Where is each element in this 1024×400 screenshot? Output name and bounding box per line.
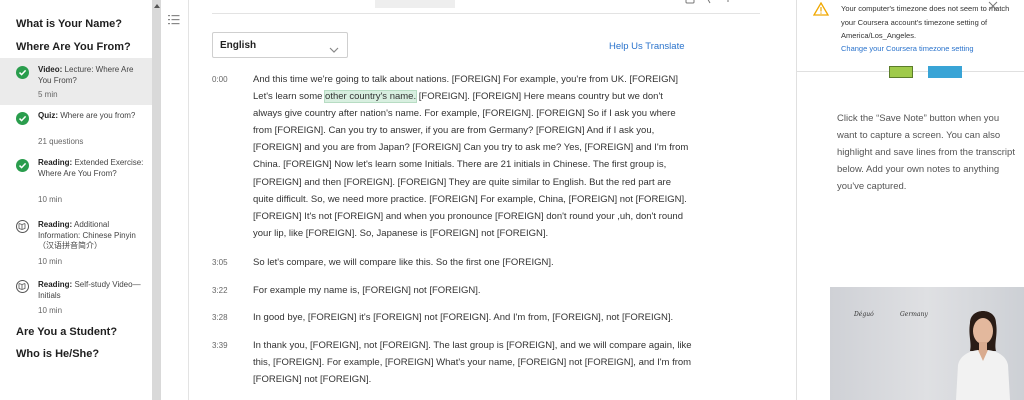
transcript-text[interactable]: For example my name is, [FOREIGN] not [F… <box>253 282 693 299</box>
video-toolbar-tab <box>375 0 455 8</box>
chevron-down-icon <box>329 41 339 59</box>
section-what-is-your-name[interactable]: What is Your Name? <box>16 18 122 30</box>
sidebar-item-duration: 10 min <box>38 306 63 315</box>
sidebar-item-label: Reading: Extended Exercise: Where Are Yo… <box>38 158 144 178</box>
transcript-panel: English Help Us Translate 0:00 And this … <box>190 0 796 400</box>
timestamp[interactable]: 3:05 <box>212 258 228 267</box>
transcript-text[interactable]: And this time we're going to talk about … <box>253 71 693 242</box>
divider <box>212 13 760 14</box>
reading-icon <box>16 220 29 233</box>
transcript-text[interactable]: In thank you, [FOREIGN], not [FOREIGN]. … <box>253 337 693 388</box>
check-icon <box>16 112 29 125</box>
sidebar-item-reading-pinyin[interactable]: Reading: Additional Information: Chinese… <box>0 217 152 271</box>
sidebar-item-reading-initials[interactable]: Reading: Self-study Video—Initials 10 mi… <box>0 277 152 317</box>
toolbar-icons[interactable] <box>684 0 744 6</box>
timestamp[interactable]: 3:28 <box>212 313 228 322</box>
save-note-instructions: Click the “Save Note” button when you wa… <box>837 113 1015 192</box>
sidebar-item-label: Quiz: Where are you from? <box>38 111 136 120</box>
help-translate-link[interactable]: Help Us Translate <box>609 41 685 52</box>
video-caption-english: Germany <box>900 311 928 318</box>
language-select[interactable]: English <box>212 32 348 58</box>
note-thumbnail[interactable] <box>928 66 962 78</box>
toc-column <box>161 0 189 400</box>
notes-panel: Your computer's timezone does not seem t… <box>796 0 1024 400</box>
video-player[interactable]: Déguó Germany <box>830 287 1024 400</box>
transcript-text[interactable]: In good bye, [FOREIGN] it's [FOREIGN] no… <box>253 309 693 326</box>
timestamp[interactable]: 3:39 <box>212 341 228 350</box>
check-icon <box>16 159 29 172</box>
check-icon <box>16 66 29 79</box>
sidebar-item-quiz[interactable]: Quiz: Where are you from? 21 questions <box>0 108 152 152</box>
reading-icon <box>16 280 29 293</box>
course-sidebar: What is Your Name? Where Are You From? V… <box>0 0 152 400</box>
video-caption-pinyin: Déguó <box>854 311 874 318</box>
sidebar-item-duration: 10 min <box>38 257 63 266</box>
section-are-you-a-student[interactable]: Are You a Student? <box>16 326 117 338</box>
section-who-is-he-she[interactable]: Who is He/She? <box>16 348 99 360</box>
sidebar-scrollbar[interactable] <box>152 0 161 400</box>
warning-icon <box>812 1 830 21</box>
sidebar-item-reading-extended[interactable]: Reading: Extended Exercise: Where Are Yo… <box>0 155 152 213</box>
sidebar-item-label: Reading: Self-study Video—Initials <box>38 280 141 300</box>
toc-icon[interactable] <box>168 13 180 31</box>
sidebar-item-lecture[interactable]: Video: Lecture: Where Are You From? 5 mi… <box>0 58 152 105</box>
sidebar-item-duration: 21 questions <box>38 137 84 146</box>
note-thumbnail[interactable] <box>889 66 913 78</box>
close-icon[interactable] <box>988 0 998 16</box>
timezone-warning-banner: Your computer's timezone does not seem t… <box>797 0 1024 72</box>
sidebar-item-label: Video: Lecture: Where Are You From? <box>38 65 134 85</box>
sidebar-item-duration: 10 min <box>38 195 63 204</box>
highlighted-phrase[interactable]: other country's name. <box>324 90 418 104</box>
sidebar-item-duration: 5 min <box>38 90 58 99</box>
sidebar-item-label: Reading: Additional Information: Chinese… <box>38 220 136 250</box>
scroll-up-icon[interactable] <box>154 4 160 8</box>
timestamp[interactable]: 3:22 <box>212 286 228 295</box>
language-value: English <box>220 40 257 51</box>
transcript-text[interactable]: So let's compare, we will compare like t… <box>253 254 693 271</box>
presenter-figure <box>956 311 1010 400</box>
timestamp[interactable]: 0:00 <box>212 75 228 84</box>
change-timezone-link[interactable]: Change your Coursera timezone setting <box>841 44 974 53</box>
section-where-are-you-from[interactable]: Where Are You From? <box>16 41 131 53</box>
